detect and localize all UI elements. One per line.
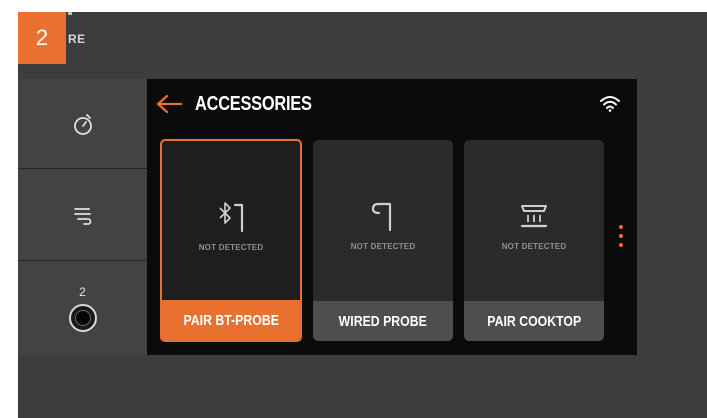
bluetooth-probe-icon <box>219 202 244 233</box>
wifi-icon <box>600 96 620 112</box>
probe-port-icon <box>68 303 97 332</box>
timer-icon <box>73 113 92 135</box>
back-arrow-icon[interactable] <box>155 93 183 115</box>
timer-button[interactable] <box>18 79 147 169</box>
cooktop-icon <box>520 205 548 228</box>
wired-probe-icon <box>371 202 392 232</box>
bezel-mark <box>68 12 72 15</box>
wired-probe-card[interactable]: NOT DETECTED WIRED PROBE <box>313 140 453 341</box>
touch-screen: ACCESSORIES NOT DETECTED PAIR BT-PROBE N… <box>147 79 637 355</box>
smoke-icon <box>73 207 91 225</box>
card-label: WIRED PROBE <box>313 301 453 341</box>
more-vertical-icon[interactable] <box>619 225 623 255</box>
card-status: NOT DETECTED <box>501 242 567 251</box>
card-label: PAIR COOKTOP <box>464 301 604 341</box>
probe-port-button[interactable]: 2 <box>18 261 147 355</box>
page-title: ACCESSORIES <box>195 93 312 115</box>
card-status: NOT DETECTED <box>350 242 416 251</box>
probe-port-number: 2 <box>79 284 86 299</box>
pair-bt-probe-card[interactable]: NOT DETECTED PAIR BT-PROBE <box>160 139 302 342</box>
screen-header: ACCESSORIES <box>147 79 637 131</box>
card-status: NOT DETECTED <box>198 243 264 252</box>
bezel-label: RE <box>68 32 86 46</box>
side-control-panel: 2 <box>18 79 147 355</box>
pair-cooktop-card[interactable]: NOT DETECTED PAIR COOKTOP <box>464 140 604 341</box>
card-label: PAIR BT-PROBE <box>162 300 300 340</box>
step-number-badge: 2 <box>18 12 66 64</box>
smoke-button[interactable] <box>18 169 147 261</box>
